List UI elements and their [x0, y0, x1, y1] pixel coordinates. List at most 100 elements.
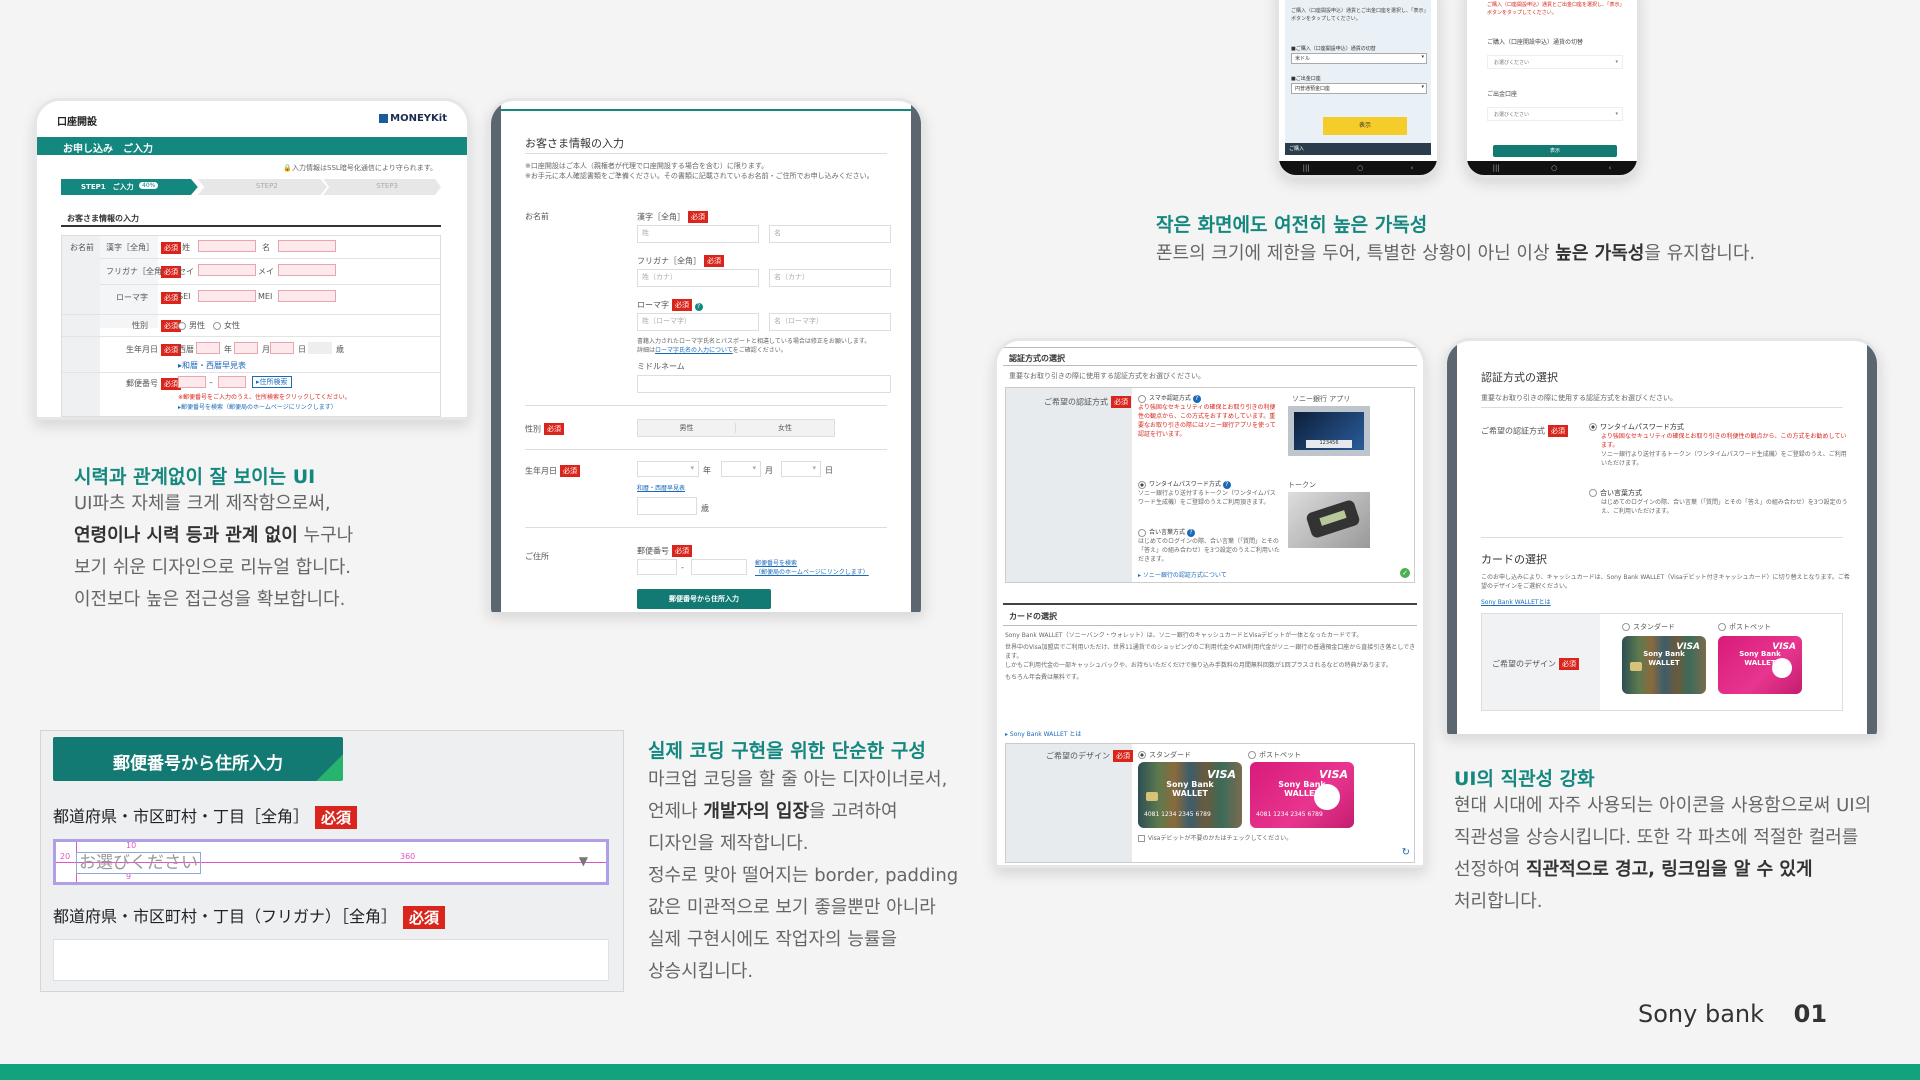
female-option[interactable]: 女性 — [736, 423, 834, 433]
pet-radio-new[interactable]: ポストペット — [1718, 622, 1771, 632]
help-icon: ? — [694, 302, 703, 311]
home-icon: ○ — [1551, 164, 1558, 172]
detail-postal-1[interactable] — [637, 559, 677, 575]
phone-b-currency-select[interactable]: お選びください ▾ — [1487, 55, 1623, 69]
detail-sei-input[interactable]: 姓 — [637, 225, 759, 243]
card-old-design-table: ご希望のデザイン 必須 スタンダード ポストペット VISA Sony Bank W… — [1005, 743, 1415, 863]
postal-address-button[interactable]: 郵便番号から住所入力 — [637, 589, 771, 609]
sei-roma-input[interactable] — [198, 290, 256, 302]
mobile-section-heading: 작은 화면에도 여전히 높은 가독성 — [1156, 214, 1428, 236]
female-radio — [213, 321, 221, 330]
detail-sei-kana-input[interactable]: 姓（カナ） — [637, 269, 759, 287]
section-title: お客さま情報の入力 — [61, 211, 441, 227]
detail-sei-roma-input[interactable]: 姓（ローマ字） — [637, 313, 759, 331]
address-search-button[interactable]: ▸住所検索 — [252, 376, 292, 388]
prefecture-select[interactable]: 10 20 360 9 お選びください ▼ — [53, 839, 609, 885]
mei-kana-input[interactable] — [278, 264, 336, 276]
std-radio-new[interactable]: スタンダード — [1622, 622, 1675, 632]
postal-search-link[interactable]: ▸郵便番号を検索（郵便局のホームページにリンクします） — [178, 402, 337, 411]
detail-title: お客さま情報の入力 — [525, 137, 624, 150]
phone-a-show-button[interactable]: 表示 — [1323, 117, 1407, 135]
zoom-label-2: 都道府県・市区町村・丁目（フリガナ）［全角］ 必須 — [53, 903, 446, 929]
auth-new-otp[interactable]: ワンタイムパスワード方式 より強固なセキュリティの確保とお取り引きの利便性の観点… — [1589, 423, 1849, 468]
calendar-link[interactable]: ▸和暦・西暦早見表 — [178, 360, 246, 371]
phone-b-text: ご購入（口座開設申込）通貨とご出金口座を選択し、「表示」ボタンをタップしてくださ… — [1487, 2, 1625, 16]
help-icon: ? — [1222, 481, 1231, 489]
male-radio — [178, 321, 186, 330]
mei-roma-input[interactable] — [278, 290, 336, 302]
card-new-title: カードの選択 — [1481, 553, 1547, 566]
account-select[interactable]: 円普通預金口座 ▾ — [1291, 83, 1427, 94]
detail-mei-roma-input[interactable]: 名（ローマ字） — [769, 313, 891, 331]
detail-postal-links[interactable]: 郵便番号を検索 （郵便局のホームページにリンクします） — [755, 559, 869, 577]
detail-gender-label: 性別 必須 — [525, 423, 564, 435]
middle-name-input[interactable] — [637, 375, 891, 393]
auth-old-table: ご希望の認証方式 必須 スマホ認証方式 ? より強固なセキュリティの確保とお取り引… — [1005, 387, 1415, 583]
back-icon: ‹ — [1410, 164, 1414, 172]
home-icon: ○ — [1357, 164, 1364, 172]
birth-month-input[interactable] — [234, 342, 258, 354]
auth-opt-sms[interactable]: スマホ認証方式 ? より強固なセキュリティの確保とお取り引きの利便性の観点から、… — [1138, 394, 1280, 439]
auth-new-desc: 重要なお取り引きの際に使用する認証方式をお選びください。 — [1481, 394, 1677, 402]
detail-calendar-link[interactable]: 和暦・西暦早見表 — [637, 483, 685, 492]
phone-b-navbar: ||| ○ ‹ — [1467, 161, 1637, 175]
std-radio-old[interactable]: スタンダード — [1138, 750, 1191, 760]
address-label: ご住所 — [525, 552, 549, 561]
gender-radios[interactable]: 男性 女性 — [178, 320, 240, 331]
birth-year-input[interactable] — [196, 342, 220, 354]
prefecture-kana-input[interactable] — [53, 939, 609, 981]
auth-method-link[interactable]: ▸ ソニー銀行の認証方式について — [1138, 570, 1227, 579]
wallet-new-link[interactable]: Sony Bank WALLETとは — [1481, 597, 1551, 606]
phone-b-account-select[interactable]: お選びください ▾ — [1487, 107, 1623, 121]
roma-link[interactable]: ローマ字氏名の入力について — [655, 347, 733, 354]
card-standard-old: VISA Sony Bank WALLET 4081 1234 2345 6789 — [1138, 762, 1242, 828]
age-input — [637, 497, 697, 515]
measure-left: 20 — [60, 852, 71, 861]
intuitive-heading: UI의 직관성 강화 — [1454, 768, 1595, 790]
help-icon: ? — [1192, 395, 1201, 403]
auth-new-phrase[interactable]: 合い言葉方式 はじめてのログインの際、合い言葉（「質問」とその「答え」の組み合わ… — [1589, 489, 1849, 516]
detail-postal-2[interactable] — [691, 559, 747, 575]
sei-kana-input[interactable] — [198, 264, 256, 276]
progress-badge: 40% — [139, 182, 159, 189]
sei-input[interactable] — [198, 240, 256, 252]
male-option[interactable]: 男性 — [638, 423, 736, 433]
form-table: お名前 漢字［全角］ 必須 姓 名 フリガナ［全角］ 必須 セイ メイ ローマ字… — [61, 235, 441, 417]
visibility-heading: 시력과 관계없이 잘 보이는 UI — [74, 466, 316, 488]
birth-day-select[interactable]: ▾ — [781, 461, 821, 477]
birth-month-select[interactable]: ▾ — [721, 461, 761, 477]
gender-label: 性別 — [132, 321, 148, 330]
phone-b-show-button[interactable]: 表示 — [1493, 145, 1617, 157]
currency-select[interactable]: 米ドル ▾ — [1291, 53, 1427, 64]
phone-a: ご購入（口座開設申込）通貨とご出金口座を選択し、「表示」ボタンをタップしてくださ… — [1276, 0, 1440, 178]
birth-day-input[interactable] — [270, 342, 294, 354]
pet-radio-old[interactable]: ポストペット — [1248, 750, 1301, 760]
postal-1-input[interactable] — [178, 376, 206, 388]
middle-name-label: ミドルネーム — [637, 362, 685, 371]
gender-toggle[interactable]: 男性 女性 — [637, 419, 835, 437]
moneykit-logo: MONEYKit — [379, 113, 447, 124]
banner-text: お申し込み ご入力 — [63, 144, 153, 155]
zoom-label-1: 都道府県・市区町村・丁目［全角］ 必須 — [53, 803, 358, 829]
detail-mei-input[interactable]: 名 — [769, 225, 891, 243]
detail-mei-kana-input[interactable]: 名（カナ） — [769, 269, 891, 287]
birth-year-select[interactable]: ▾ — [637, 461, 699, 477]
zoom-postal-button[interactable]: 郵便番号から住所入力 — [53, 737, 343, 781]
postal-note: ※郵便番号をご入力のうえ、住所検索をクリックしてください。 — [178, 394, 351, 401]
form-header: 口座開設 MONEYKit — [57, 113, 447, 131]
roma-notes: 書籍入力されたローマ字氏名とパスポートと相違している場合は修正をお願いします。 … — [637, 338, 871, 354]
auth-opt-phrase[interactable]: 合い言葉方式 ? はじめてのログインの際、合い言葉（「質問」とその「答え」の組み… — [1138, 528, 1280, 564]
detail-notes: ※口座開設はご本人（親権者が代理で口座開設する場合を含む）に限ります。 ※お手元… — [525, 162, 874, 180]
check-ok-icon: ✓ — [1400, 568, 1410, 578]
auth-old-desc: 重要なお取り引きの際に使用する認証方式をお選びください。 — [1009, 372, 1205, 380]
name-label: お名前 — [70, 243, 94, 252]
step-2: STEP2 — [197, 179, 327, 195]
help-icon: ? — [1186, 529, 1195, 537]
token-image — [1288, 492, 1370, 548]
postal-2-input[interactable] — [218, 376, 246, 388]
mei-input[interactable] — [278, 240, 336, 252]
wallet-link[interactable]: ▸ Sony Bank WALLET とは — [1005, 729, 1081, 738]
card-new-design-table: ご希望のデザイン 必須 スタンダード ポストペット VISA Sony Bank W… — [1481, 613, 1843, 711]
no-visa-checkbox[interactable]: Visaデビットが不要のかたはチェックしてください。 — [1138, 834, 1292, 844]
auth-opt-otp[interactable]: ワンタイムパスワード方式 ? ソニー銀行より送付するトークン（ワンタイムパスワー… — [1138, 480, 1280, 507]
